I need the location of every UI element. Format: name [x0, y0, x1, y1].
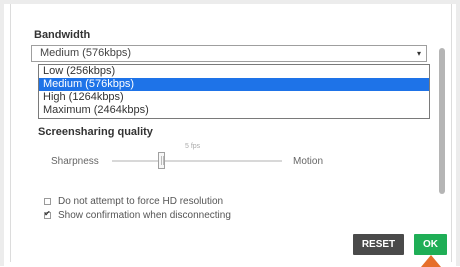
bandwidth-option-medium[interactable]: Medium (576kbps) — [39, 78, 429, 91]
reset-button[interactable]: RESET — [353, 234, 404, 255]
dropdown-arrow-icon: ▾ — [416, 49, 421, 58]
screensharing-title: Screensharing quality — [38, 126, 153, 138]
bandwidth-selected-value: Medium (576kbps) — [40, 47, 132, 59]
bandwidth-title: Bandwidth — [34, 29, 91, 41]
window-frame-left — [0, 0, 4, 266]
dialog-scrollbar[interactable] — [439, 48, 445, 194]
confirm-disconnect-label: Show confirmation when disconnecting — [58, 210, 231, 221]
bandwidth-option-maximum[interactable]: Maximum (2464kbps) — [39, 104, 429, 117]
window-frame-right — [456, 0, 460, 266]
bandwidth-option-high[interactable]: High (1264kbps) — [39, 91, 429, 104]
quality-slider-thumb[interactable] — [158, 152, 165, 169]
ok-button[interactable]: OK — [414, 234, 447, 255]
quality-slider-track[interactable] — [112, 160, 282, 162]
force-hd-option[interactable]: Do not attempt to force HD resolution — [44, 196, 223, 207]
confirm-disconnect-checkbox[interactable] — [44, 209, 51, 219]
pointer-arrow-icon — [421, 255, 441, 267]
bandwidth-select[interactable]: Medium (576kbps) ▾ — [31, 45, 427, 62]
fps-label: 5 fps — [185, 143, 201, 150]
bandwidth-option-low[interactable]: Low (256kbps) — [39, 65, 429, 78]
motion-label: Motion — [293, 156, 324, 167]
bandwidth-options-list: Low (256kbps) Medium (576kbps) High (126… — [38, 64, 430, 119]
force-hd-checkbox[interactable] — [44, 198, 51, 205]
force-hd-label: Do not attempt to force HD resolution — [58, 196, 224, 207]
sharpness-label: Sharpness — [51, 156, 99, 167]
confirm-disconnect-option[interactable]: Show confirmation when disconnecting — [44, 209, 231, 221]
